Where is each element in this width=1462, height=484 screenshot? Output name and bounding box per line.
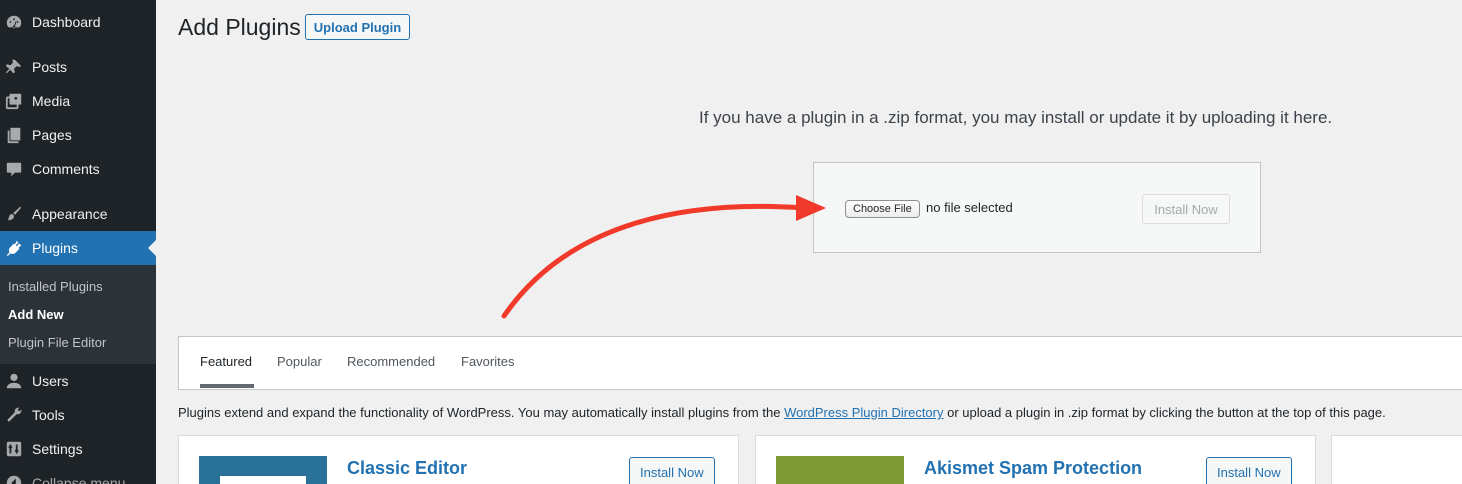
media-icon [4, 91, 24, 111]
plugin-filter-tabs: Featured Popular Recommended Favorites [178, 336, 1462, 390]
settings-icon [4, 439, 24, 459]
plugin-thumbnail[interactable] [199, 456, 327, 484]
upload-form: Choose File no file selected Install Now [813, 162, 1261, 253]
sidebar-item-media[interactable]: Media [0, 84, 156, 118]
user-icon [4, 371, 24, 391]
sidebar-label-plugins: Plugins [32, 240, 78, 256]
submenu-add-new[interactable]: Add New [8, 307, 64, 322]
plugin-thumbnail[interactable] [776, 456, 904, 484]
plugin-icon [4, 238, 24, 258]
annotation-arrow [501, 195, 826, 319]
plugins-description: Plugins extend and expand the functional… [178, 405, 1386, 420]
plugin-card-partial [1331, 435, 1462, 484]
sidebar-label-collapse: Collapse menu [32, 475, 126, 484]
file-status-text: no file selected [926, 200, 1013, 215]
upload-help-text: If you have a plugin in a .zip format, y… [699, 108, 1333, 127]
sidebar-label-settings: Settings [32, 441, 83, 457]
sidebar-item-dashboard[interactable]: Dashboard [0, 5, 156, 39]
sidebar-label-users: Users [32, 373, 69, 389]
sidebar-label-appearance: Appearance [32, 206, 108, 222]
install-now-button-disabled[interactable]: Install Now [1142, 194, 1230, 224]
install-now-button[interactable]: Install Now [1206, 457, 1292, 484]
sidebar-item-appearance[interactable]: Appearance [0, 197, 156, 231]
plugins-submenu: Installed Plugins Add New Plugin File Ed… [0, 265, 156, 364]
plugin-title-link[interactable]: Akismet Spam Protection [924, 458, 1142, 479]
upload-plugin-button[interactable]: Upload Plugin [305, 14, 410, 40]
choose-file-button[interactable]: Choose File [845, 200, 920, 218]
sidebar-item-tools[interactable]: Tools [0, 398, 156, 432]
sidebar-label-media: Media [32, 93, 71, 109]
wrench-icon [4, 405, 24, 425]
dashboard-icon [4, 12, 24, 32]
sidebar-label-dashboard: Dashboard [32, 14, 101, 30]
sidebar-label-comments: Comments [32, 161, 100, 177]
sidebar-label-pages: Pages [32, 127, 72, 143]
tab-popular[interactable]: Popular [277, 354, 322, 369]
install-now-button[interactable]: Install Now [629, 457, 715, 484]
description-text-after: or upload a plugin in .zip format by cli… [943, 405, 1386, 420]
plugin-title-link[interactable]: Classic Editor [347, 458, 467, 479]
comment-bubble-icon [4, 159, 24, 179]
description-text-before: Plugins extend and expand the functional… [178, 405, 785, 420]
sidebar-item-pages[interactable]: Pages [0, 118, 156, 152]
plugin-card-classic-editor: Classic Editor Install Now [178, 435, 739, 484]
sidebar-item-settings[interactable]: Settings [0, 432, 156, 466]
collapse-menu-button[interactable]: Collapse menu [0, 466, 156, 484]
collapse-arrow-icon [4, 473, 24, 484]
tab-recommended[interactable]: Recommended [347, 354, 435, 369]
submenu-installed-plugins[interactable]: Installed Plugins [8, 279, 103, 294]
submenu-plugin-file-editor[interactable]: Plugin File Editor [8, 335, 106, 350]
plugin-directory-link[interactable]: WordPress Plugin Directory [784, 405, 943, 420]
pushpin-icon [4, 57, 24, 77]
plugin-card-akismet: Akismet Spam Protection Install Now [755, 435, 1316, 484]
admin-sidebar: Dashboard Posts Media Pages Comments App… [0, 0, 156, 484]
sidebar-item-plugins[interactable]: Plugins [0, 231, 156, 265]
tab-featured[interactable]: Featured [200, 354, 252, 369]
sidebar-item-users[interactable]: Users [0, 364, 156, 398]
page-title: Add Plugins [178, 14, 301, 40]
sidebar-label-tools: Tools [32, 407, 65, 423]
pages-icon [4, 125, 24, 145]
sidebar-label-posts: Posts [32, 59, 68, 75]
sidebar-item-posts[interactable]: Posts [0, 50, 156, 84]
tab-favorites[interactable]: Favorites [461, 354, 514, 369]
active-tab-indicator [200, 384, 254, 388]
sidebar-item-comments[interactable]: Comments [0, 152, 156, 186]
paintbrush-icon [4, 204, 24, 224]
